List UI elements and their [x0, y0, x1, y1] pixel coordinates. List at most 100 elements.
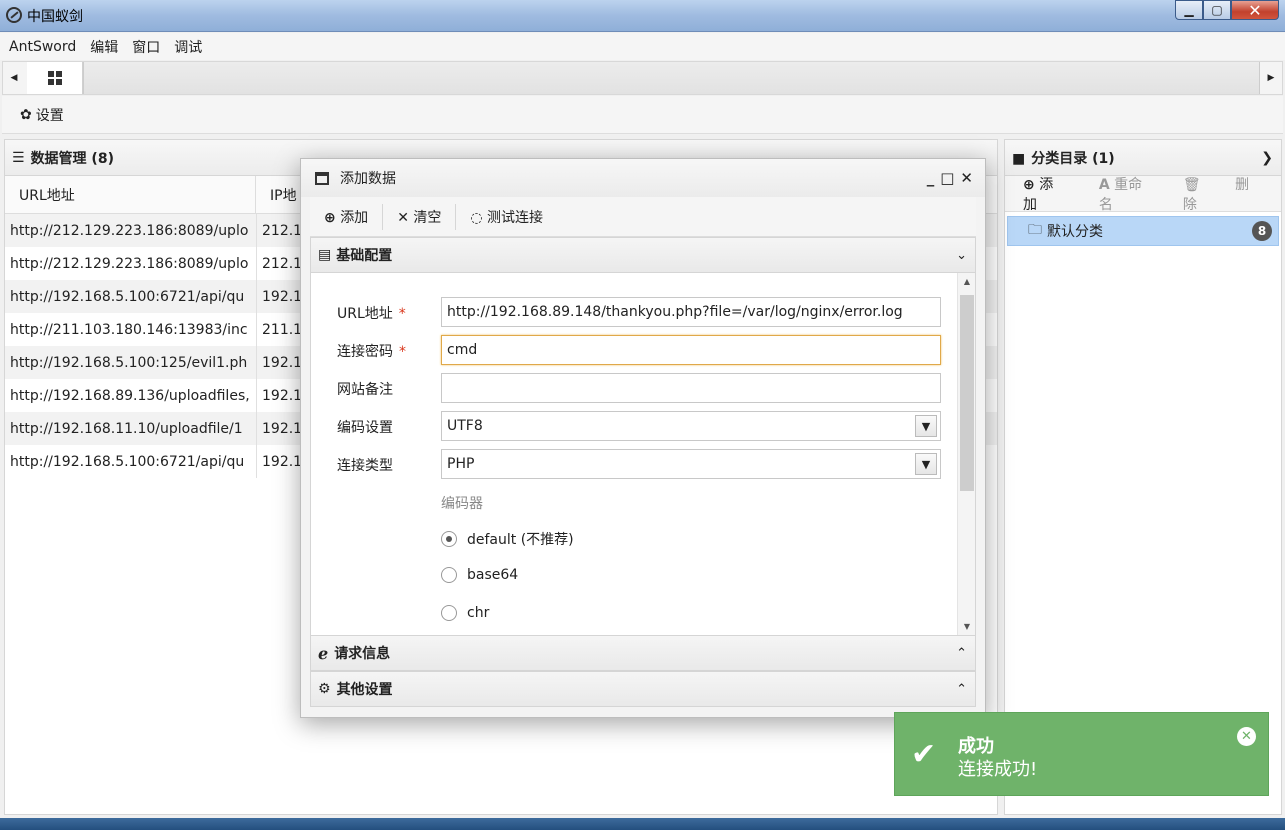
dialog-title: 添加数据 — [340, 171, 396, 187]
collapse-chevron-icon[interactable]: ❯ — [1261, 150, 1273, 166]
radio-button[interactable] — [441, 605, 457, 621]
test-connection-button[interactable]: ◌ 测试连接 — [470, 207, 543, 227]
tab-home[interactable] — [27, 62, 83, 94]
note-input[interactable] — [441, 373, 941, 403]
spinner-icon: ◌ — [470, 209, 483, 226]
note-row: 网站备注 — [311, 373, 951, 403]
url-cell: http://212.129.223.186:8089/uplo — [10, 255, 249, 272]
ie-icon: ℯ — [318, 643, 329, 663]
window-icon — [315, 171, 329, 185]
gear-icon: ✿ — [20, 106, 32, 123]
url-cell: http://192.168.5.100:6721/api/qu — [10, 288, 245, 305]
basic-config-form: URL地址 * http://192.168.89.148/thankyou.ph… — [310, 273, 976, 635]
encoding-label: 编码设置 — [337, 420, 393, 436]
category-add-button[interactable]: ⊕ 添加 — [1023, 174, 1069, 214]
main-toolbar: ✿ 设置 — [2, 96, 1283, 134]
form-scrollbar[interactable]: ▲ ▼ — [957, 273, 975, 635]
category-item-label: 默认分类 — [1047, 224, 1103, 240]
dialog-clear-button[interactable]: ✕ 清空 — [397, 207, 441, 227]
list-icon: ☰ — [12, 149, 25, 166]
section-basic-config[interactable]: ▤ 基础配置 ⌄ — [310, 237, 976, 273]
dialog-toolbar: ⊕ 添加 ✕ 清空 ◌ 测试连接 — [310, 197, 976, 237]
chevron-up-icon: ⌃ — [956, 682, 967, 697]
cogs-icon: ⚙ — [318, 681, 331, 697]
tabs-bar: ◀ ▶ — [2, 61, 1283, 95]
maximize-button[interactable]: ▢ — [1203, 0, 1231, 20]
chevron-down-icon[interactable]: ▼ — [915, 453, 937, 475]
scrollbar-thumb[interactable] — [960, 295, 974, 491]
tab-scroll-left-icon[interactable]: ◀ — [3, 62, 25, 94]
minimize-button[interactable]: ▁ — [1175, 0, 1203, 20]
type-label: 连接类型 — [337, 458, 393, 474]
password-input[interactable]: cmd — [441, 335, 941, 365]
type-row: 连接类型 PHP ▼ — [311, 449, 951, 479]
category-count-badge: 8 — [1252, 221, 1272, 241]
dialog-close-icon[interactable]: ✕ — [960, 169, 973, 187]
section-other-settings[interactable]: ⚙ 其他设置 ⌃ — [310, 671, 976, 707]
taskbar — [0, 818, 1285, 830]
url-label: URL地址 — [337, 306, 393, 322]
required-mark: * — [399, 344, 406, 360]
menu-edit[interactable]: 编辑 — [83, 37, 125, 57]
password-row: 连接密码 * cmd — [311, 335, 951, 365]
encoding-row: 编码设置 UTF8 ▼ — [311, 411, 951, 441]
dialog-maximize-icon[interactable]: □ — [940, 169, 954, 187]
password-label: 连接密码 — [337, 344, 393, 360]
chevron-down-icon: ⌄ — [956, 248, 967, 263]
category-panel-title: 分类目录 (1) — [1031, 150, 1115, 167]
encoder-label: 编码器 — [441, 496, 483, 512]
note-label: 网站备注 — [337, 382, 393, 398]
encoding-select[interactable]: UTF8 ▼ — [441, 411, 941, 441]
trash-icon: 🗑 — [1182, 176, 1201, 193]
category-toolbar: ⊕ 添加 A 重命名 🗑 删除 — [1005, 174, 1281, 214]
radio-button[interactable] — [441, 567, 457, 583]
toast-close-icon[interactable]: ✕ — [1237, 727, 1256, 746]
chevron-up-icon: ⌃ — [956, 646, 967, 661]
url-cell: http://192.168.5.100:6721/api/qu — [10, 453, 245, 470]
menu-bar: AntSword 编辑 窗口 调试 — [0, 33, 1285, 60]
data-panel-title: 数据管理 (8) — [30, 150, 114, 167]
toast-message: 连接成功! — [958, 759, 1038, 780]
scroll-down-icon[interactable]: ▼ — [958, 622, 975, 631]
required-mark: * — [398, 306, 406, 322]
tab-scroll-right-icon[interactable]: ▶ — [1260, 62, 1282, 94]
settings-button[interactable]: 设置 — [36, 105, 64, 125]
url-row: URL地址 * http://192.168.89.148/thankyou.ph… — [311, 297, 951, 327]
category-item-default[interactable]: 🗀 默认分类 8 — [1007, 216, 1279, 246]
app-logo-icon — [6, 7, 22, 23]
url-cell: http://212.129.223.186:8089/uplo — [10, 222, 249, 239]
encoder-option-chr[interactable]: chr — [441, 605, 489, 621]
section-request-info[interactable]: ℯ 请求信息 ⌃ — [310, 635, 976, 671]
file-icon: ▤ — [318, 247, 332, 263]
add-data-dialog: 添加数据 _ □ ✕ ⊕ 添加 ✕ 清空 ◌ 测试连接 ▤ 基础配置 ⌄ URL… — [300, 158, 986, 718]
scroll-up-icon[interactable]: ▲ — [958, 277, 975, 286]
chevron-down-icon[interactable]: ▼ — [915, 415, 937, 437]
dialog-titlebar[interactable]: 添加数据 _ □ ✕ — [301, 159, 985, 197]
radio-button[interactable] — [441, 531, 457, 547]
menu-antsword[interactable]: AntSword — [2, 39, 83, 55]
check-icon: ✔ — [911, 737, 937, 772]
url-input[interactable]: http://192.168.89.148/thankyou.php?file=… — [441, 297, 941, 327]
column-url[interactable]: URL地址 — [5, 176, 256, 213]
folder-icon: ■ — [1012, 150, 1026, 167]
menu-window[interactable]: 窗口 — [125, 37, 167, 57]
category-rename-button[interactable]: A 重命名 — [1099, 174, 1153, 214]
folder-open-icon: 🗀 — [1028, 222, 1042, 238]
type-select[interactable]: PHP ▼ — [441, 449, 941, 479]
font-icon: A — [1098, 176, 1110, 193]
menu-debug[interactable]: 调试 — [167, 37, 209, 57]
window-title: 中国蚁剑 — [27, 9, 83, 25]
success-toast: ✔ 成功 连接成功! ✕ — [894, 712, 1269, 796]
grid-icon — [47, 71, 62, 85]
dialog-minimize-icon[interactable]: _ — [927, 169, 935, 187]
times-icon: ✕ — [397, 209, 409, 226]
url-cell: http://192.168.89.136/uploadfiles, — [10, 387, 250, 404]
url-cell: http://192.168.11.10/uploadfile/1 — [10, 420, 243, 437]
close-button[interactable]: ✕ — [1231, 0, 1279, 20]
encoder-option-default[interactable]: default (不推荐) — [441, 529, 574, 549]
encoder-option-base64[interactable]: base64 — [441, 567, 518, 583]
category-delete-button[interactable]: 🗑 删除 — [1183, 174, 1251, 214]
url-cell: http://192.168.5.100:125/evil1.ph — [10, 354, 248, 371]
dialog-add-button[interactable]: ⊕ 添加 — [324, 207, 368, 227]
plus-circle-icon: ⊕ — [324, 209, 336, 226]
